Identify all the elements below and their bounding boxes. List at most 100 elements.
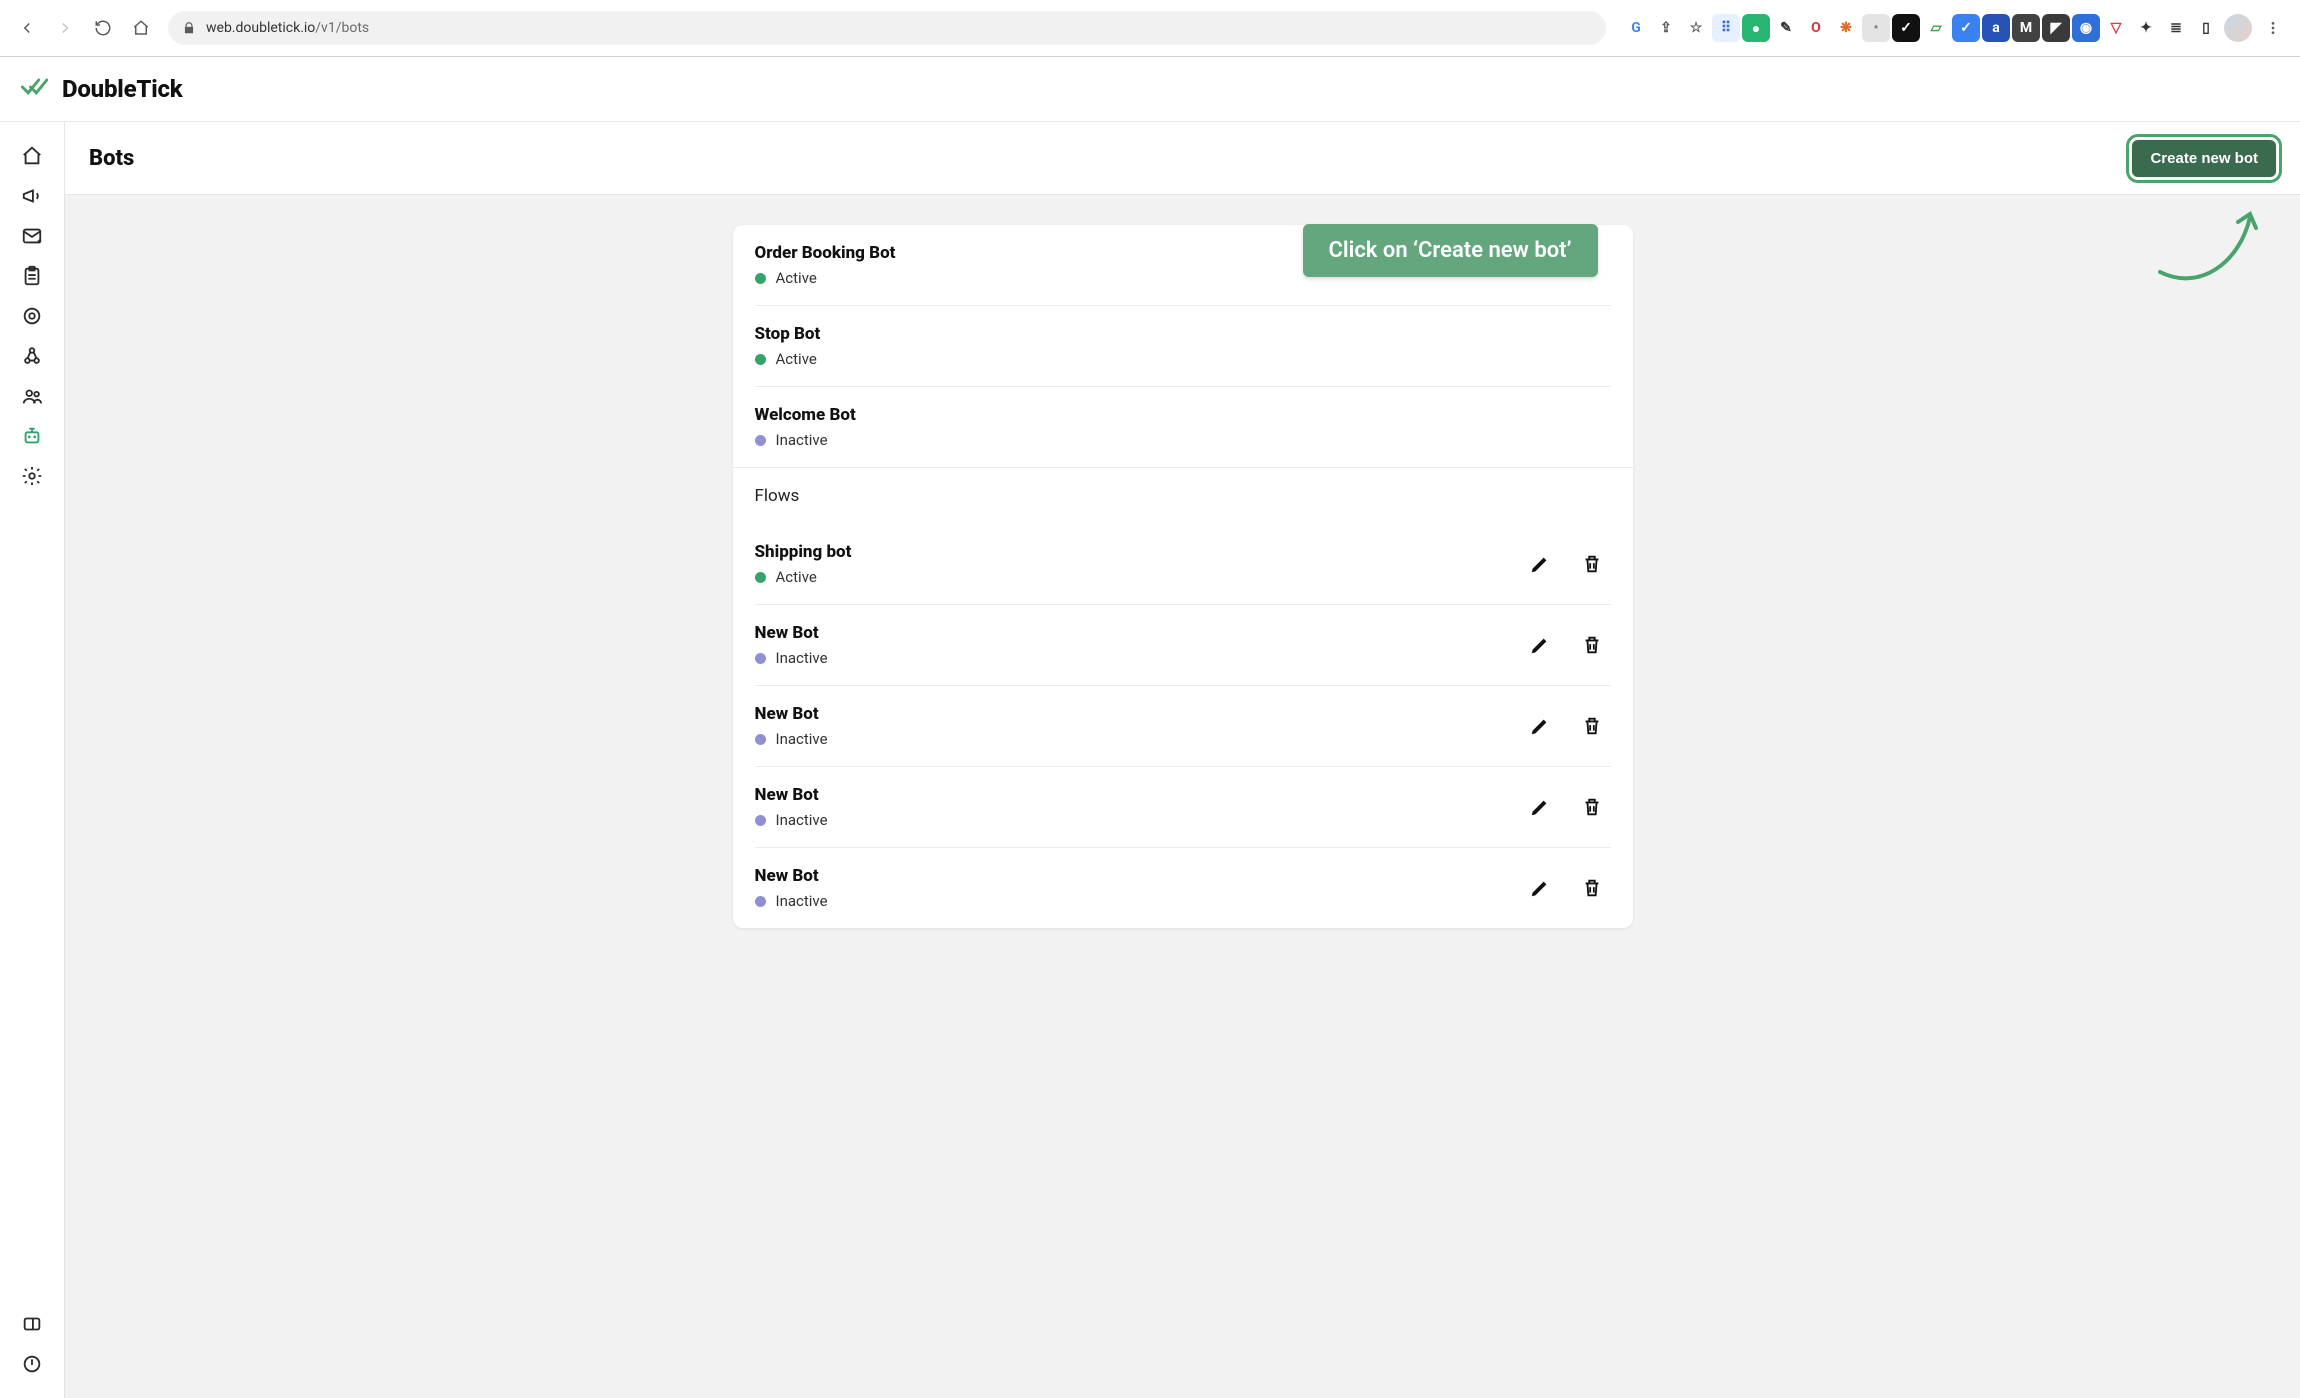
share-icon[interactable]: ⇪	[1652, 14, 1680, 42]
bot-status: Inactive	[755, 730, 1507, 748]
bot-name: Welcome Bot	[755, 405, 1611, 425]
bot-name: New Bot	[755, 623, 1507, 643]
delete-button[interactable]	[1579, 551, 1605, 577]
checkbox-icon[interactable]: ✓	[1892, 14, 1920, 42]
delete-button[interactable]	[1579, 875, 1605, 901]
sidebar-item-megaphone[interactable]	[12, 176, 52, 216]
bot-row[interactable]: New BotInactive	[755, 848, 1611, 928]
sidebar-item-power[interactable]	[12, 1344, 52, 1384]
lock-icon	[182, 21, 196, 35]
edit-button[interactable]	[1527, 632, 1553, 658]
edit-button[interactable]	[1527, 794, 1553, 820]
sidebar-item-gear[interactable]	[12, 456, 52, 496]
trash-icon	[1581, 877, 1603, 899]
gear-icon	[21, 465, 43, 487]
bot-row[interactable]: Welcome BotInactive	[755, 387, 1611, 467]
page-title: Bots	[89, 146, 134, 171]
m-icon[interactable]: M	[2012, 14, 2040, 42]
bot-name: Shipping bot	[755, 542, 1507, 562]
translate-icon[interactable]: ⠿	[1712, 14, 1740, 42]
address-url: web.doubletick.io/v1/bots	[206, 20, 369, 36]
sheet-icon[interactable]: ▱	[1922, 14, 1950, 42]
status-label: Inactive	[776, 730, 828, 748]
delete-button[interactable]	[1579, 794, 1605, 820]
browser-chrome: web.doubletick.io/v1/bots G⇪☆⠿●✎O❋•✓▱✓aM…	[0, 0, 2300, 57]
status-dot-icon	[755, 896, 766, 907]
content-area: Bots Create new bot Click on ‘Create new…	[65, 122, 2300, 1398]
row-actions	[1527, 713, 1611, 739]
grey-dot-icon[interactable]: •	[1862, 14, 1890, 42]
delete-button[interactable]	[1579, 713, 1605, 739]
status-label: Inactive	[776, 811, 828, 829]
bot-icon	[21, 425, 43, 447]
bot-name: New Bot	[755, 704, 1507, 724]
app-layout: Bots Create new bot Click on ‘Create new…	[0, 122, 2300, 1398]
status-label: Active	[776, 350, 817, 368]
bot-row[interactable]: Shipping bot Active	[755, 524, 1611, 605]
pencil-icon	[1529, 796, 1551, 818]
annotation-arrow-icon	[2150, 202, 2270, 322]
clipboard-icon	[21, 265, 43, 287]
similarweb-icon[interactable]: ◉	[2072, 14, 2100, 42]
people-icon	[21, 385, 43, 407]
sidebar-item-card[interactable]	[12, 1304, 52, 1344]
bot-name: Stop Bot	[755, 324, 1611, 344]
dropper-icon[interactable]: ✎	[1772, 14, 1800, 42]
bot-row[interactable]: New Bot Inactive	[755, 605, 1611, 686]
playlist-icon[interactable]: ≣	[2162, 14, 2190, 42]
card-icon	[21, 1313, 43, 1335]
sidebar-item-mail-plus[interactable]	[12, 216, 52, 256]
sidebar-item-home[interactable]	[12, 136, 52, 176]
doubletick-logo-icon	[20, 73, 48, 105]
edit-button[interactable]	[1527, 713, 1553, 739]
edit-button[interactable]	[1527, 551, 1553, 577]
sidebar-item-clipboard[interactable]	[12, 256, 52, 296]
bot-row[interactable]: Stop Bot Active	[755, 306, 1611, 387]
a-icon[interactable]: a	[1982, 14, 2010, 42]
bot-status: Inactive	[755, 892, 1507, 910]
nav-home[interactable]	[124, 11, 158, 45]
opera-icon[interactable]: O	[1802, 14, 1830, 42]
google-icon[interactable]: G	[1622, 14, 1650, 42]
row-actions	[1527, 875, 1611, 901]
bot-status: Active	[755, 350, 1611, 368]
nav-reload[interactable]	[86, 11, 120, 45]
target-icon	[21, 305, 43, 327]
trash-icon	[1581, 715, 1603, 737]
todo-icon[interactable]: ✓	[1952, 14, 1980, 42]
panel-icon[interactable]: ▯	[2192, 14, 2220, 42]
puzzle-icon[interactable]: ✦	[2132, 14, 2160, 42]
status-label: Active	[776, 568, 817, 586]
bot-status: Inactive	[755, 649, 1507, 667]
grammarly-icon[interactable]: ●	[1742, 14, 1770, 42]
power-icon	[21, 1353, 43, 1375]
sidebar-item-target[interactable]	[12, 296, 52, 336]
pocket-icon[interactable]: ▽	[2102, 14, 2130, 42]
create-new-bot-button[interactable]: Create new bot	[2132, 140, 2276, 177]
bot-name: New Bot	[755, 785, 1507, 805]
pencil-icon	[1529, 634, 1551, 656]
delete-button[interactable]	[1579, 632, 1605, 658]
sidebar-item-people[interactable]	[12, 376, 52, 416]
profile-avatar[interactable]	[2224, 14, 2252, 42]
mail-plus-icon	[21, 225, 43, 247]
crab-icon[interactable]: ❋	[1832, 14, 1860, 42]
status-dot-icon	[755, 273, 766, 284]
bot-row[interactable]: New Bot Inactive	[755, 686, 1611, 767]
flag-icon[interactable]: ◤	[2042, 14, 2070, 42]
edit-button[interactable]	[1527, 875, 1553, 901]
sidebar-item-bot[interactable]	[12, 416, 52, 456]
status-label: Inactive	[776, 892, 828, 910]
nav-back[interactable]	[10, 11, 44, 45]
status-dot-icon	[755, 572, 766, 583]
nav-forward[interactable]	[48, 11, 82, 45]
page-bar: Bots Create new bot	[65, 122, 2300, 195]
address-bar[interactable]: web.doubletick.io/v1/bots	[168, 11, 1606, 45]
bot-row[interactable]: New Bot Inactive	[755, 767, 1611, 848]
sidebar-item-webhook[interactable]	[12, 336, 52, 376]
bots-card: Order Booking BotActiveStop BotActiveWel…	[733, 225, 1633, 928]
browser-menu[interactable]	[2256, 11, 2290, 45]
status-dot-icon	[755, 354, 766, 365]
star-icon[interactable]: ☆	[1682, 14, 1710, 42]
app-title: DoubleTick	[62, 75, 183, 103]
